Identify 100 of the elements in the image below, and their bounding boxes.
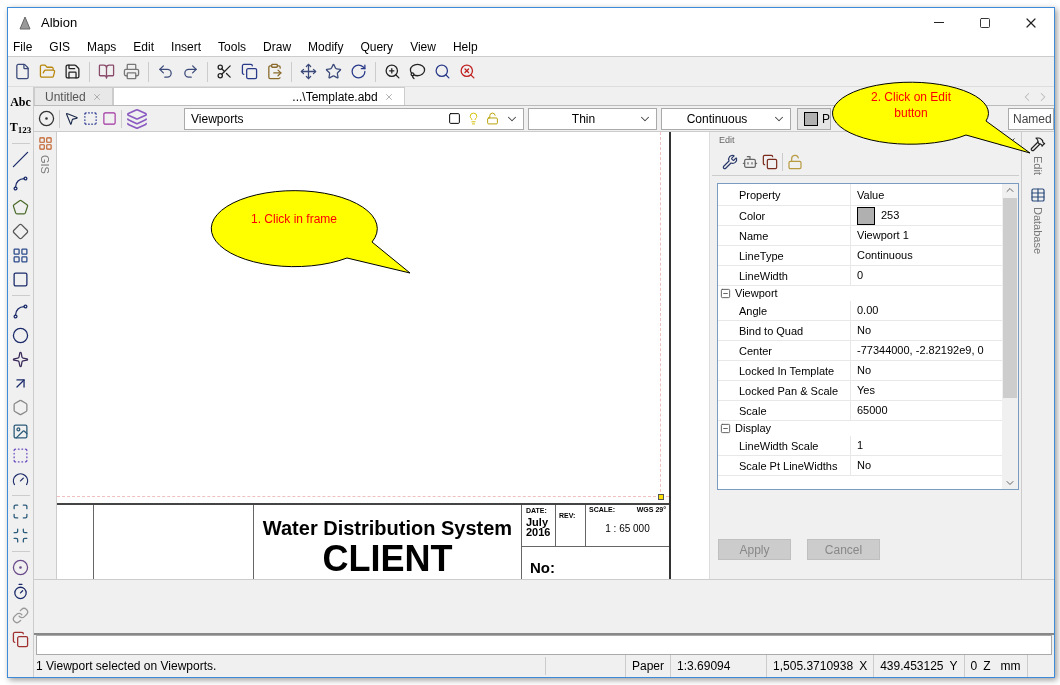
group-header[interactable]: Viewport [735,285,778,302]
wrench-icon[interactable] [722,153,738,170]
scale-value: 1 : 65 000 [604,521,651,536]
document-tab[interactable]: Untitled [34,87,113,105]
book-icon[interactable] [98,63,115,80]
colored-grid-icon[interactable] [37,136,53,151]
document-icon[interactable] [14,63,31,80]
hexagon-icon[interactable] [12,399,29,416]
printer-icon[interactable] [123,63,140,80]
minimize-icon [934,22,944,23]
table-icon[interactable] [1030,186,1046,203]
resize-handle[interactable] [658,494,664,500]
named-field[interactable]: Named [1008,107,1054,130]
property-value: No [857,323,872,339]
dashed-square-icon[interactable] [83,111,98,126]
property-value: 253 [881,208,900,224]
side-tab[interactable]: Edit [1029,156,1047,175]
rectangle-icon[interactable] [12,271,29,288]
shrink-icon[interactable] [12,527,29,544]
grid-icon[interactable] [12,247,29,264]
collapse-icon[interactable] [720,423,731,434]
property-value: Yes [857,383,875,399]
axis-label: X [859,658,868,675]
property-name: Locked In Template [733,361,851,380]
redo-arrow-icon[interactable] [182,63,199,80]
dashed-square-icon[interactable] [12,447,29,464]
polygon-icon[interactable] [12,199,29,216]
menu-item[interactable]: Tools [218,37,247,56]
lightbulb-icon [467,112,480,125]
arc-icon[interactable] [12,303,29,320]
line-width-dropdown[interactable]: Thin [528,107,657,130]
scissors-icon[interactable] [216,63,233,80]
command-input[interactable] [36,635,1052,655]
pointer-icon[interactable] [64,111,79,126]
gauge-icon[interactable] [12,471,29,488]
side-tab[interactable]: GIS [36,155,54,174]
property-value: No [857,458,872,474]
status-value: 1,505.3710938 [773,658,854,675]
menu-item[interactable]: Maps [87,37,117,56]
collapse-icon[interactable] [720,288,731,299]
polyline-icon[interactable] [12,175,29,192]
column-header[interactable]: Value [851,184,1002,205]
clipboard-icon[interactable] [266,63,283,80]
color-dropdown[interactable]: P [797,107,831,130]
menu-item[interactable]: View [410,37,436,56]
overlapping-squares-icon[interactable] [762,153,778,170]
lock-icon [486,112,499,125]
menu-item[interactable]: Draw [263,37,292,56]
robot-icon[interactable] [742,153,758,170]
client-name: CLIENT [322,539,453,579]
line-type-dropdown[interactable]: Continuous [661,107,791,130]
axis-label: Z [983,658,991,675]
app-logo-icon [19,15,31,30]
line-icon[interactable] [12,151,29,168]
property-name: Color [733,206,851,225]
maximize-icon [979,16,991,29]
property-name: LineType [733,246,851,265]
undo-arrow-icon[interactable] [157,63,174,80]
column-header[interactable]: Property [733,184,851,205]
document-tab[interactable]: ...\Template.abd [112,87,405,105]
menu-item[interactable]: Insert [171,37,202,56]
menu-item[interactable]: Modify [308,37,344,56]
text-tool[interactable]: Abc [10,93,31,111]
group-header[interactable]: Display [735,420,772,437]
overlapping-squares-icon[interactable] [12,631,29,648]
lasso-icon[interactable] [409,63,426,80]
folder-icon[interactable] [39,63,56,80]
layers-icon[interactable] [126,107,148,130]
star-icon[interactable] [325,63,342,80]
timer-icon[interactable] [12,583,29,600]
property-name: Scale Pt LineWidths [733,456,851,475]
window-title: Albion [41,13,78,32]
menu-item[interactable]: GIS [49,37,70,56]
menu-item[interactable]: Query [360,37,394,56]
property-value: 0.00 [857,303,879,319]
property-name: Scale [733,401,851,420]
map-image-icon[interactable] [12,423,29,440]
copy-icon[interactable] [241,63,258,80]
diamond-icon[interactable] [12,223,29,240]
menu-item[interactable]: Help [452,37,478,56]
status-value: 439.453125 [880,658,944,675]
property-value: 65000 [857,403,888,419]
four-way-arrow-icon[interactable] [300,63,317,80]
unit-label: mm [1000,658,1021,675]
magnifier-icon[interactable] [384,63,401,80]
magnifier-icon[interactable] [434,63,451,80]
number-label: No: [530,558,555,576]
point-icon[interactable] [12,351,29,368]
circle-icon[interactable] [12,327,29,344]
circular-arrow-icon[interactable] [350,63,367,80]
status-value: Paper [632,658,665,675]
side-tab[interactable]: Database [1029,206,1047,255]
hammer-icon[interactable] [1030,136,1046,152]
menu-item[interactable]: File [13,37,33,56]
drawing-title: Water Distribution System [262,517,513,539]
layer-dropdown[interactable]: Viewports [184,107,524,130]
menu-item[interactable]: Edit [133,37,155,56]
text-tool[interactable]: T$_{123}$ [9,118,32,136]
expand-icon[interactable] [12,503,29,520]
color-swatch[interactable] [857,206,875,225]
